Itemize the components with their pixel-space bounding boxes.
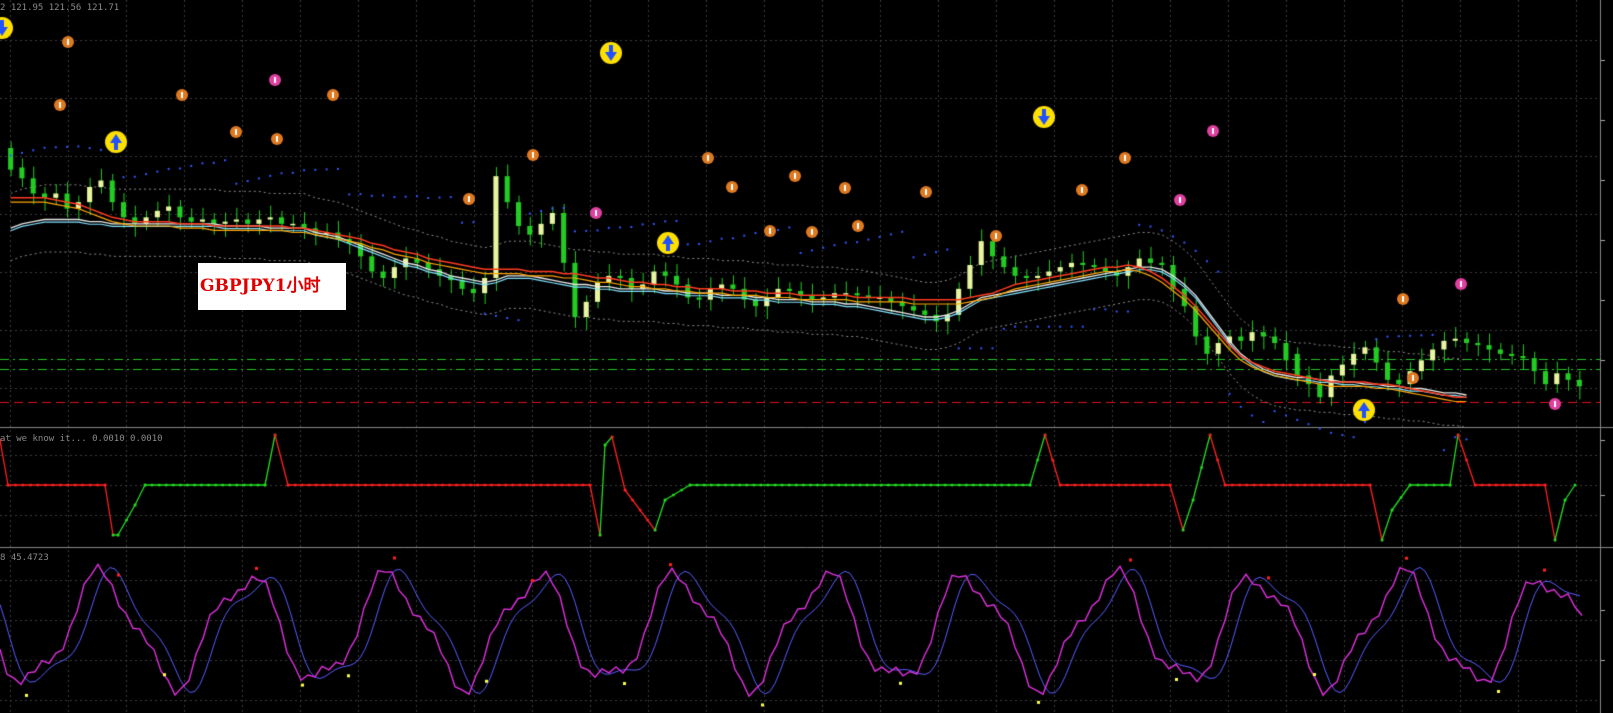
- indicator1-readout: at we know it... 0.0010 0.0010: [0, 434, 163, 444]
- main-ohlc-readout: 2 121.95 121.56 121.71: [0, 3, 120, 13]
- symbol-timeframe-label: GBPJPY1小时: [198, 263, 346, 310]
- trading-chart-canvas[interactable]: [0, 0, 1613, 713]
- indicator2-readout: 8 45.4723: [0, 553, 49, 563]
